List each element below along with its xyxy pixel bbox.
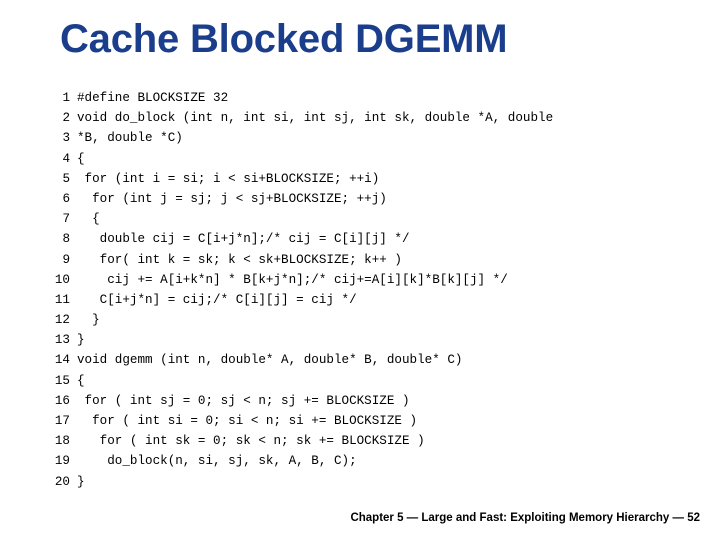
code-line-number: 5 [62, 171, 70, 186]
code-line-number: 11 [54, 292, 70, 307]
code-line-number: 9 [62, 252, 70, 267]
code-listing: 1 #define BLOCKSIZE 32 2 void do_block (int… [48, 88, 708, 492]
code-line-number: 1 [62, 91, 70, 105]
code-line-text: void dgemm (int n, double* A, double* B,… [77, 353, 463, 368]
code-line-text: for( int k = sk; k < sk+BLOCKSIZE; k++ ) [77, 252, 402, 267]
code-line-text: for (int j = sj; j < sj+BLOCKSIZE; ++j) [77, 191, 387, 206]
code-line: 19 do_block(n, si, sj, sk, A, B, C); [48, 451, 708, 471]
code-line: 7 { [48, 209, 708, 229]
slide-footer: Chapter 5 — Large and Fast: Exploiting M… [350, 512, 700, 524]
code-line-number: 4 [62, 151, 70, 166]
code-line-text: double cij = C[i+j*n];/* cij = C[i][j] *… [77, 232, 410, 247]
slide-canvas: Cache Blocked DGEMM 1 #define BLOCKSIZE 3… [0, 0, 720, 540]
code-line-text: cij += A[i+k*n] * B[k+j*n];/* cij+=A[i][… [77, 272, 508, 287]
code-line: 20} [48, 472, 708, 492]
code-line: 10 cij += A[i+k*n] * B[k+j*n];/* cij+=A[… [48, 270, 708, 290]
code-line: 9 for( int k = sk; k < sk+BLOCKSIZE; k++… [48, 250, 708, 270]
code-line-number: 14 [54, 353, 70, 368]
code-line-text: for (int i = si; i < si+BLOCKSIZE; ++i) [77, 171, 380, 186]
code-line-number: 2 [62, 111, 70, 126]
code-line-text: { [77, 151, 85, 166]
code-line-number: 8 [62, 232, 70, 247]
code-line: 4{ [48, 149, 708, 169]
code-line-text: } [77, 474, 85, 489]
code-line-number: 13 [54, 333, 70, 348]
code-line-number: 20 [54, 474, 70, 489]
code-line-text: { [77, 373, 85, 388]
code-line-number: 17 [54, 414, 70, 428]
code-line: 14 void dgemm (int n, double* A, double* … [48, 350, 708, 370]
code-line: 5 for (int i = si; i < si+BLOCKSIZE; ++i… [48, 169, 708, 189]
code-line-text: for ( int sj = 0; sj < n; sj += BLOCKSIZ… [77, 393, 410, 408]
code-line-number: 12 [54, 313, 70, 328]
code-line: 3 *B, double *C) [48, 128, 708, 148]
code-line-text: C[i+j*n] = cij;/* C[i][j] = cij */ [77, 292, 357, 307]
code-line-number: 10 [54, 272, 70, 287]
code-line-number: 7 [62, 212, 70, 227]
code-line-number: 16 [54, 393, 70, 408]
code-line: 15 { [48, 371, 708, 391]
code-line: 1 #define BLOCKSIZE 32 [48, 88, 708, 108]
code-line-text: } [77, 333, 85, 348]
code-line: 13} [48, 330, 708, 350]
code-line-number: 3 [62, 131, 70, 146]
code-line: 11 C[i+j*n] = cij;/* C[i][j] = cij */ [48, 290, 708, 310]
code-line-number: 18 [54, 434, 70, 449]
code-line-number: 19 [54, 454, 70, 469]
code-line: 16 for ( int sj = 0; sj < n; sj += BLOCK… [48, 391, 708, 411]
code-line-text: #define BLOCKSIZE 32 [77, 91, 229, 105]
code-line-text: void do_block (int n, int si, int sj, in… [77, 111, 554, 126]
code-line: 17 for ( int si = 0; si < n; si += BLOCK… [48, 411, 708, 431]
page-title: Cache Blocked DGEMM [60, 17, 508, 61]
code-line: 8 double cij = C[i+j*n];/* cij = C[i][j]… [48, 229, 708, 249]
code-line: 6 for (int j = sj; j < sj+BLOCKSIZE; ++j… [48, 189, 708, 209]
code-line: 18 for ( int sk = 0; sk < n; sk += BLOCK… [48, 431, 708, 451]
code-line: 2 void do_block (int n, int si, int sj, i… [48, 108, 708, 128]
code-line-text: *B, double *C) [77, 131, 183, 146]
code-line-text: for ( int sk = 0; sk < n; sk += BLOCKSIZ… [77, 434, 425, 449]
code-line: 12 } [48, 310, 708, 330]
code-line-number: 15 [54, 373, 70, 388]
code-line-text: } [77, 313, 100, 328]
code-line-text: for ( int si = 0; si < n; si += BLOCKSIZ… [77, 414, 418, 428]
code-line-text: { [77, 212, 100, 227]
code-line-number: 6 [62, 191, 70, 206]
code-line-text: do_block(n, si, sj, sk, A, B, C); [77, 454, 357, 469]
